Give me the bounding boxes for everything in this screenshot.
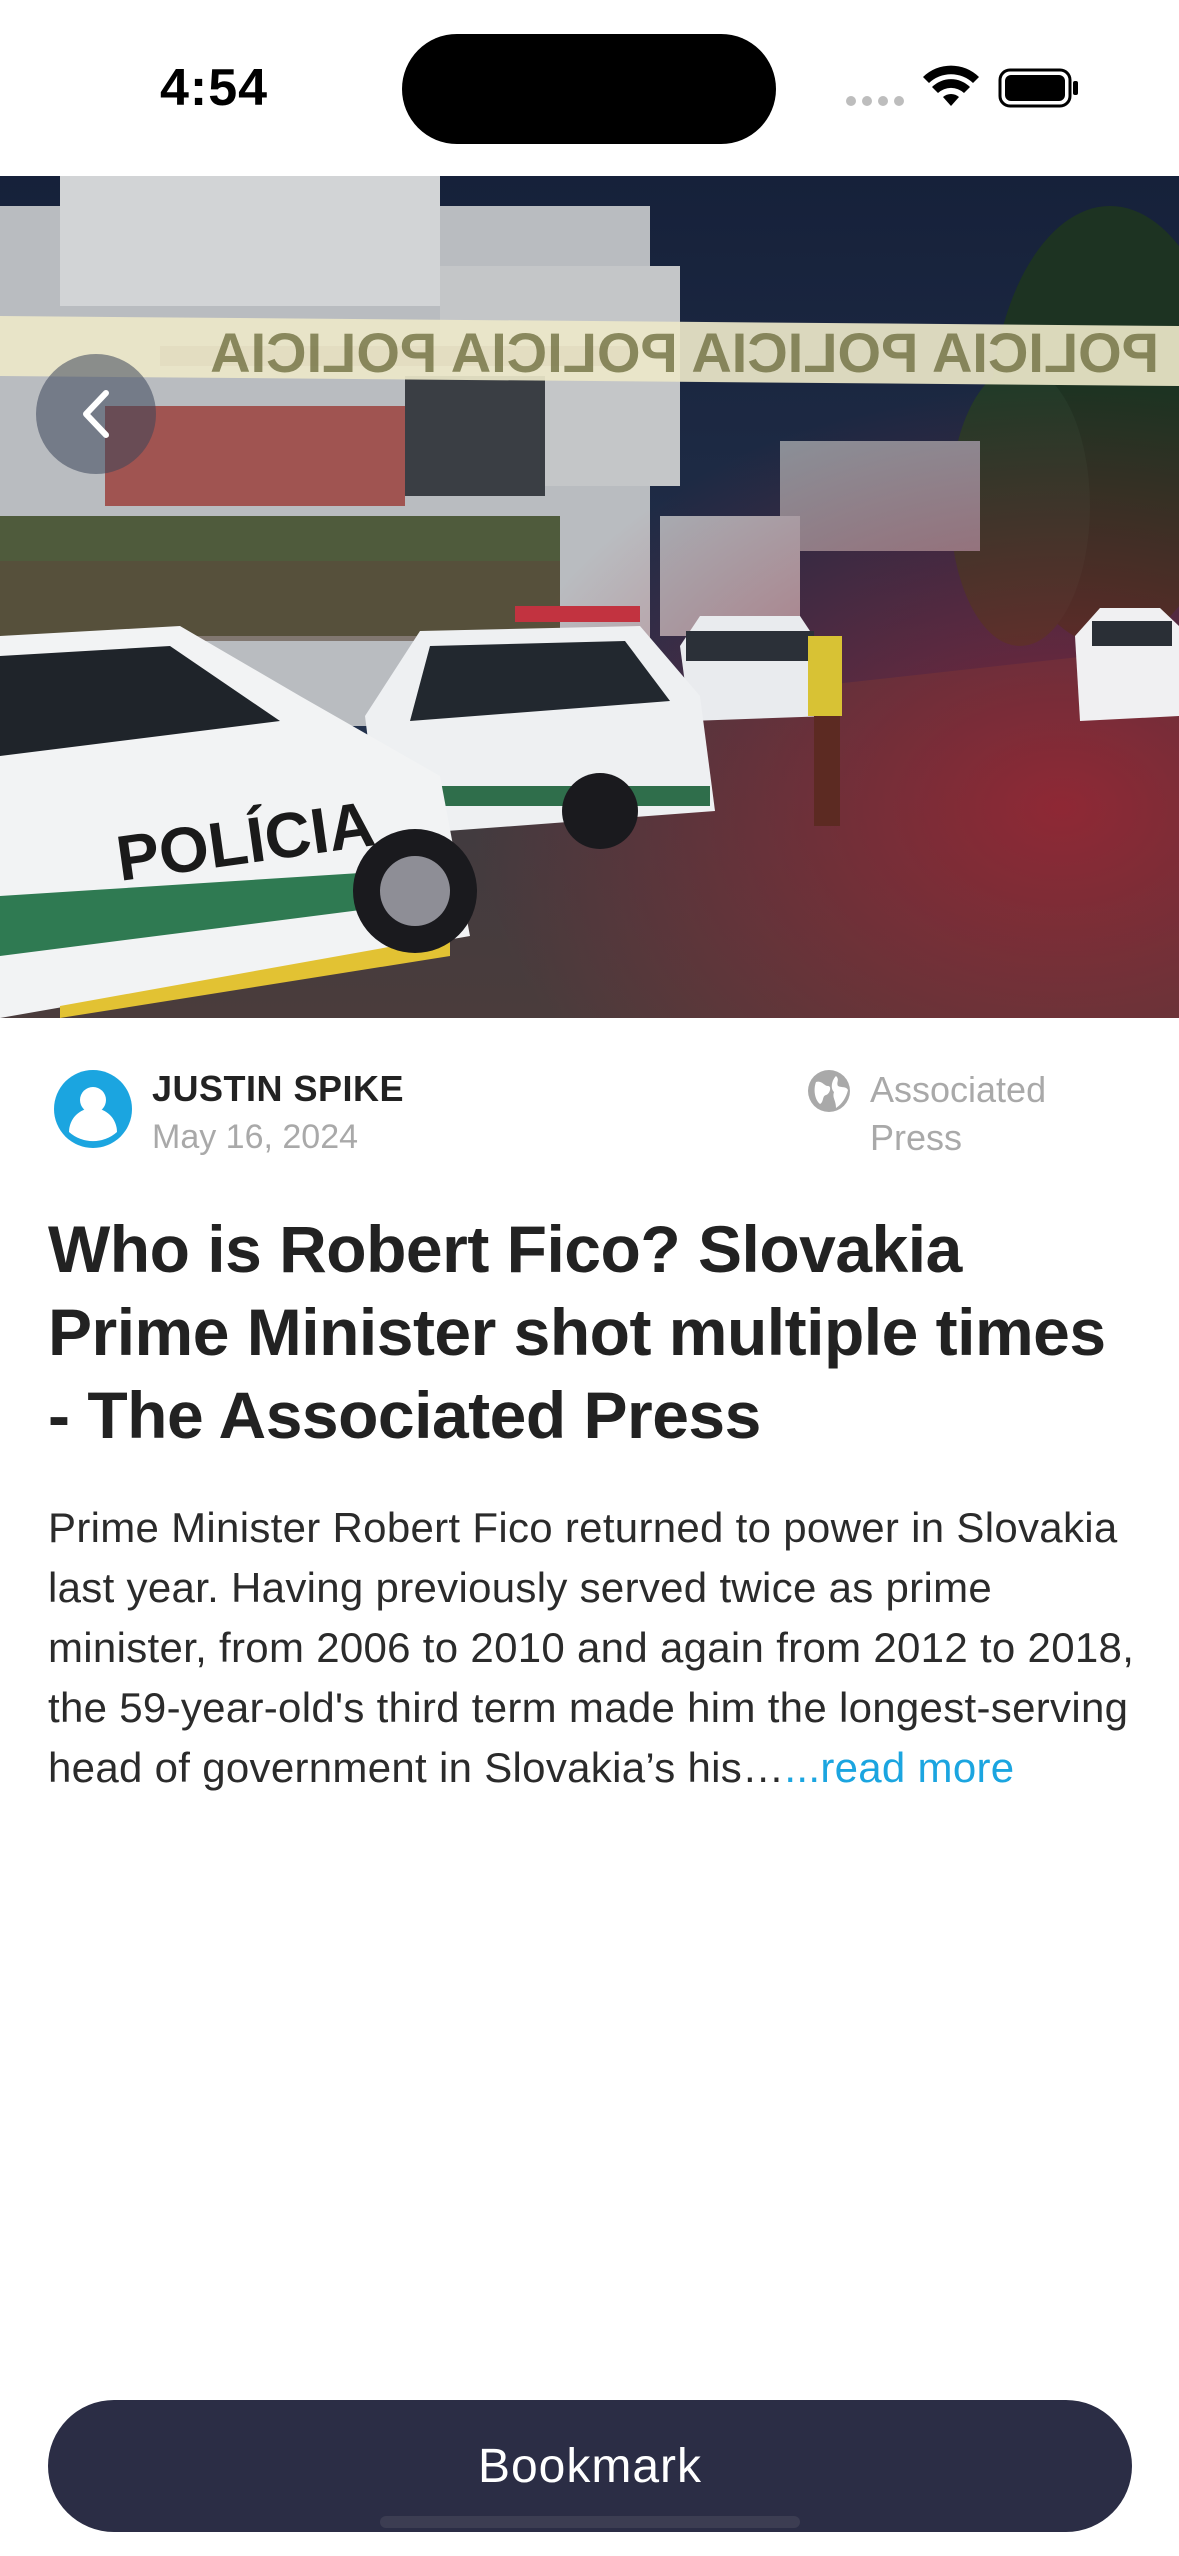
article-summary: Prime Minister Robert Fico returned to p… (48, 1498, 1148, 1798)
bookmark-button[interactable]: Bookmark (48, 2400, 1132, 2532)
globe-icon (808, 1070, 850, 1112)
cellular-signal-icon (846, 96, 904, 106)
status-time: 4:54 (160, 59, 269, 117)
publish-date: May 16, 2024 (152, 1118, 359, 1156)
author-avatar-icon (54, 1070, 132, 1148)
police-tape: POLICIA POLICIA POLICIA POLICIA (0, 316, 1179, 386)
wifi-icon (923, 65, 979, 106)
article-hero-image: POLÍCIA POLICIA POLICIA POLICIA POLICIA (0, 176, 1179, 1018)
police-car-far (680, 616, 830, 721)
status-bar: 4:54 (0, 0, 1179, 176)
dynamic-island (402, 34, 776, 144)
chevron-left-icon (83, 390, 109, 438)
hero-illustration: POLÍCIA POLICIA POLICIA POLICIA POLICIA (0, 176, 1179, 1018)
author-name: JUSTIN SPIKE (152, 1068, 405, 1109)
back-button[interactable] (36, 354, 156, 474)
svg-text:POLICIA POLICIA POLICIA: POLICIA POLICIA POLICIA POLICIA (210, 321, 1159, 384)
home-indicator (380, 2516, 800, 2528)
read-more-link[interactable]: ...read more (784, 1744, 1014, 1791)
battery-icon (998, 68, 1078, 108)
white-car-right (1075, 608, 1179, 721)
source-name[interactable]: Associated Press (870, 1066, 1110, 1162)
article-headline: Who is Robert Fico? Slovakia Prime Minis… (48, 1212, 1106, 1452)
